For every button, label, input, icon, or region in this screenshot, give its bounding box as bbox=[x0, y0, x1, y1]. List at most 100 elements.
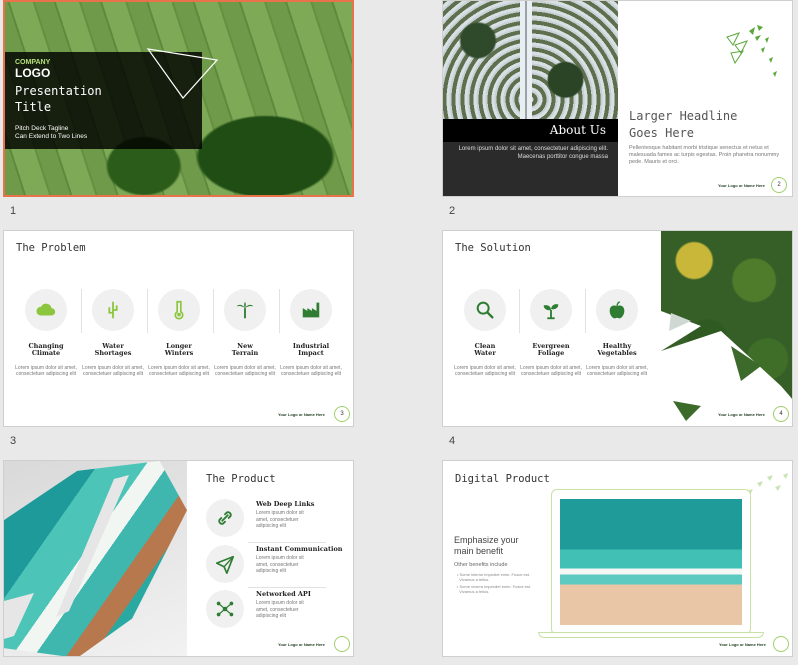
paper-plane-icon bbox=[215, 555, 235, 574]
slide-thumbnail-6[interactable]: Digital Product Emphasize your main bene… bbox=[442, 460, 793, 657]
feature-body-2: Lorem ipsum dolor sit amet, consectetuer… bbox=[82, 365, 144, 378]
palm-tree-icon-circle bbox=[224, 289, 266, 331]
about-us-body: Lorem ipsum dolor sit amet, consectetuer… bbox=[458, 146, 608, 160]
tagline-line2: Can Extend to Two Lines bbox=[15, 133, 88, 140]
sprout-icon-circle bbox=[530, 289, 572, 331]
about-us-body-box: Lorem ipsum dolor sit amet, consectetuer… bbox=[443, 142, 618, 196]
footer-text: Your Logo or Name Here bbox=[718, 412, 765, 417]
footer-text: Your Logo or Name Here bbox=[278, 642, 325, 647]
slide-thumbnail-2[interactable]: About Us Lorem ipsum dolor sit amet, con… bbox=[442, 0, 793, 197]
cloud-icon-circle bbox=[25, 289, 67, 331]
green-triangles-icon bbox=[726, 25, 777, 77]
product-item-label-3: Networked API bbox=[256, 590, 311, 598]
headline-body: Pellentesque habitant morbi tristique se… bbox=[629, 145, 780, 166]
feature-label-3: Healthy Vegetables bbox=[597, 342, 637, 358]
benefit-headline-line2: main benefit bbox=[454, 546, 504, 556]
feature-label-1: Changing Climate bbox=[28, 342, 64, 358]
divider bbox=[147, 289, 148, 333]
about-us-title: About Us bbox=[549, 123, 606, 137]
sprout-icon bbox=[543, 304, 559, 320]
page-badge: 4 bbox=[773, 406, 789, 422]
factory-icon-circle bbox=[290, 289, 332, 331]
divider bbox=[248, 587, 326, 588]
feature-body-3: Lorem ipsum dolor sit amet, consectetuer… bbox=[586, 365, 648, 378]
link-icon-circle bbox=[206, 499, 244, 537]
footer-text: Your Logo or Name Here bbox=[718, 183, 765, 188]
product-item-body-2: Lorem ipsum dolor sit amet, consectetuer a… bbox=[256, 555, 304, 574]
cloud-icon bbox=[36, 303, 56, 316]
headline-line1: Larger Headline bbox=[629, 109, 738, 123]
link-icon bbox=[218, 511, 232, 525]
logo-label: LOGO bbox=[15, 66, 51, 80]
benefit-bullet-1: • Some interior impediet enim. Fusce est… bbox=[457, 572, 530, 583]
network-icon bbox=[216, 601, 234, 617]
divider bbox=[585, 289, 586, 333]
presentation-title-line2: Title bbox=[15, 100, 52, 114]
feature-label-3: Longer Winters bbox=[164, 342, 194, 358]
slide-thumbnail-3[interactable]: The Problem Changing Climate Water Shortag… bbox=[3, 230, 354, 427]
benefit-sub: Other benefits include bbox=[454, 562, 508, 568]
presentation-title-line1: Presentation bbox=[15, 84, 102, 98]
laptop-base bbox=[538, 632, 764, 638]
magnifier-icon-circle bbox=[464, 289, 506, 331]
page-badge: 3 bbox=[334, 406, 350, 422]
feature-body-1: Lorem ipsum dolor sit amet, consectetuer… bbox=[15, 365, 77, 378]
slide-title: Digital Product bbox=[455, 473, 550, 485]
feature-label-4: New Terrain bbox=[231, 342, 259, 358]
feature-label-2: Evergreen Foliage bbox=[532, 342, 570, 358]
feature-body-4: Lorem ipsum dolor sit amet, consectetuer… bbox=[214, 365, 276, 378]
paper-plane-icon-circle bbox=[206, 545, 244, 583]
about-us-bar: About Us bbox=[443, 119, 618, 142]
thermometer-icon-circle bbox=[158, 289, 200, 331]
network-icon-circle bbox=[206, 590, 244, 628]
divider bbox=[213, 289, 214, 333]
slide-number-1: 1 bbox=[10, 205, 17, 217]
palm-tree-icon bbox=[236, 301, 254, 319]
slide-number-3: 3 bbox=[10, 435, 17, 447]
tagline-line1: Pitch Deck Tagline bbox=[15, 125, 69, 132]
page-badge bbox=[773, 636, 789, 652]
magnifier-icon bbox=[476, 301, 494, 319]
slide-thumbnail-4[interactable]: The Solution Clean Water Evergreen Foliage… bbox=[442, 230, 793, 427]
page-badge bbox=[334, 636, 350, 652]
product-item-label-2: Instant Communication bbox=[256, 545, 343, 553]
product-item-body-1: Lorem ipsum dolor sit amet, consectetuer a… bbox=[256, 510, 304, 529]
cactus-icon-circle bbox=[92, 289, 134, 331]
headline-line2: Goes Here bbox=[629, 126, 695, 140]
laptop-frame bbox=[551, 489, 751, 635]
footer-text: Your Logo or Name Here bbox=[719, 642, 766, 647]
apple-icon bbox=[609, 301, 625, 319]
product-item-label-1: Web Deep Links bbox=[256, 500, 315, 508]
beach-photo bbox=[560, 499, 742, 625]
divider bbox=[81, 289, 82, 333]
feature-body-2: Lorem ipsum dolor sit amet, consectetuer… bbox=[520, 365, 582, 378]
benefit-bullet-2: • Some viverra imperdiet enim. Fusce est… bbox=[457, 584, 532, 595]
page-badge: 2 bbox=[771, 177, 787, 193]
feature-body-5: Lorem ipsum dolor sit amet, consectetuer… bbox=[280, 365, 342, 378]
feature-label-1: Clean Water bbox=[474, 342, 496, 358]
apple-icon-circle bbox=[596, 289, 638, 331]
benefit-headline-line1: Emphasize your bbox=[454, 535, 519, 545]
slide-thumbnail-1[interactable]: COMPANY LOGO Presentation Title Pitch De… bbox=[3, 0, 354, 197]
slide-title: The Problem bbox=[16, 242, 86, 254]
thermometer-icon bbox=[174, 300, 184, 320]
slide-number-2: 2 bbox=[449, 205, 456, 217]
slide-thumbnail-5[interactable]: The Product Web Deep Links Lorem ipsum d… bbox=[3, 460, 354, 657]
footer-text: Your Logo or Name Here bbox=[278, 412, 325, 417]
triangle-outline-icon bbox=[146, 48, 219, 99]
shard-overlay bbox=[661, 311, 792, 426]
slide-title: The Product bbox=[206, 473, 276, 485]
feature-body-1: Lorem ipsum dolor sit amet, consectetuer… bbox=[454, 365, 516, 378]
cactus-icon bbox=[108, 301, 118, 319]
company-label: COMPANY bbox=[15, 59, 51, 66]
feature-label-2: Water Shortages bbox=[94, 342, 132, 358]
slide-title: The Solution bbox=[455, 242, 531, 254]
ocean-photo-frame bbox=[4, 475, 129, 639]
divider bbox=[248, 542, 326, 543]
product-item-body-3: Lorem ipsum dolor sit amet, consectetuer a… bbox=[256, 600, 304, 619]
factory-icon bbox=[302, 302, 320, 318]
feature-label-5: Industrial Impact bbox=[292, 342, 330, 358]
slide-number-4: 4 bbox=[449, 435, 456, 447]
divider bbox=[279, 289, 280, 333]
divider bbox=[519, 289, 520, 333]
